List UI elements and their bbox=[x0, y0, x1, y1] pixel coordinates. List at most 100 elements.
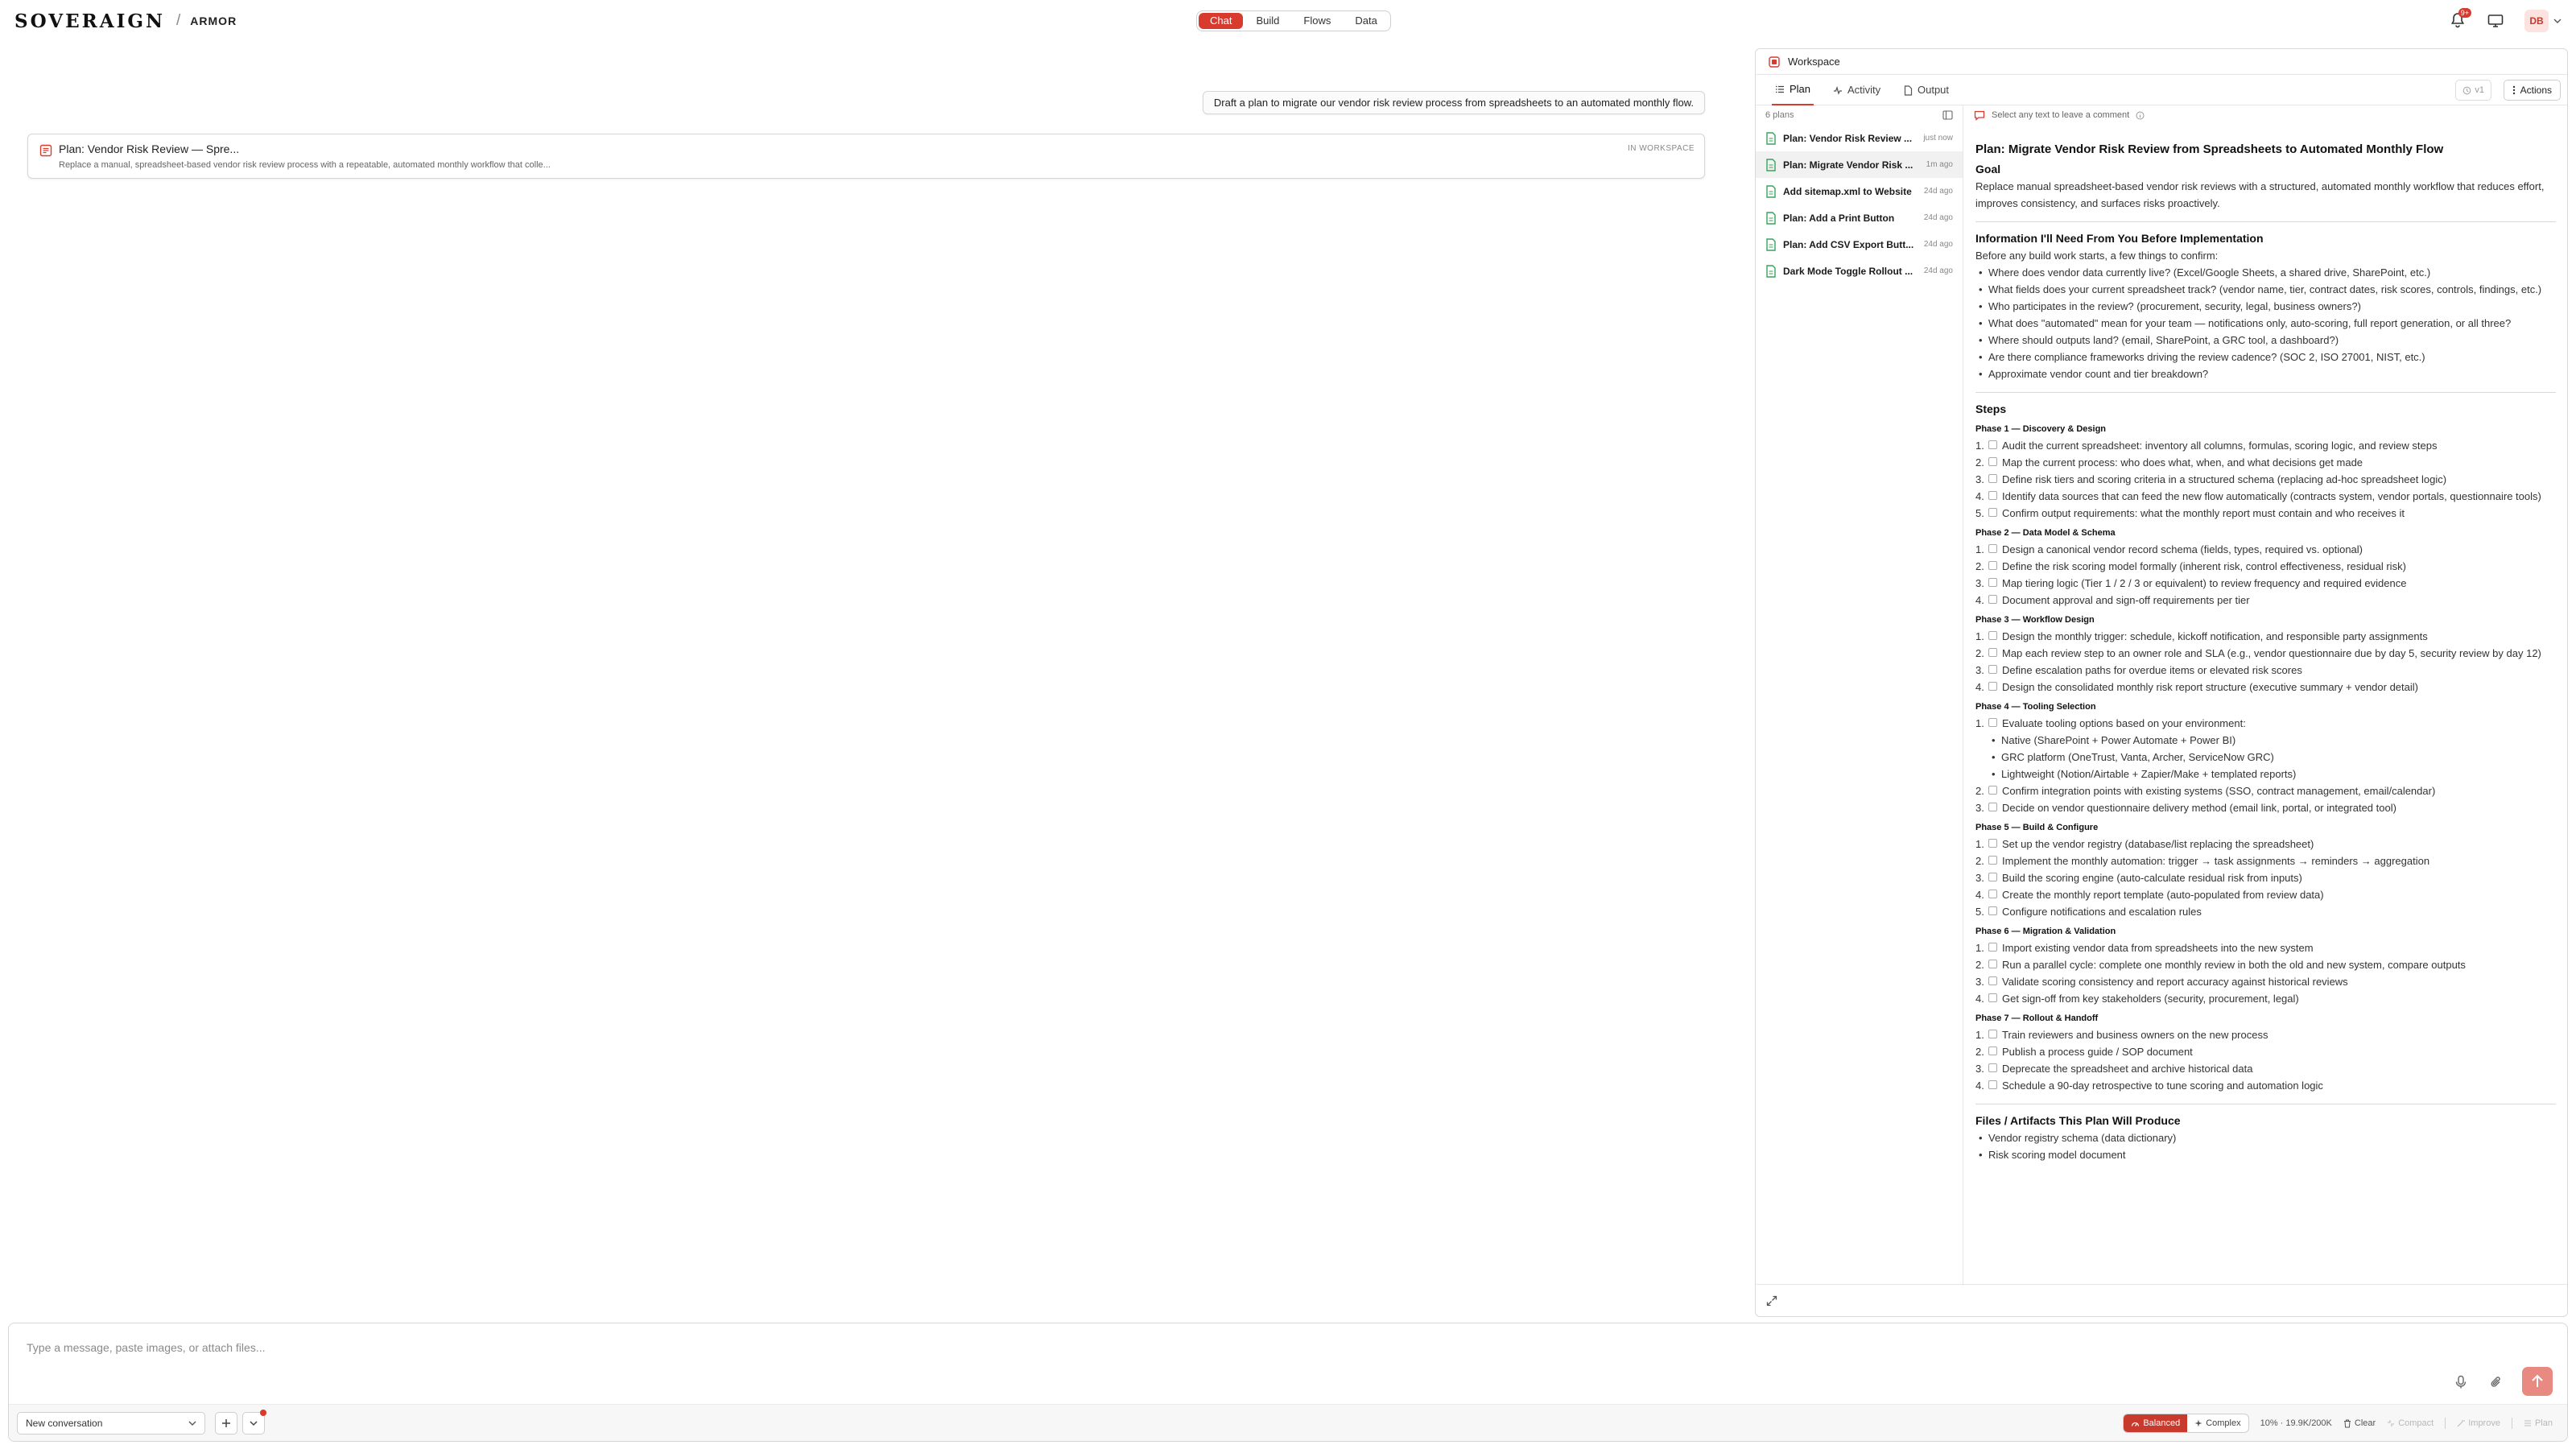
conversation-select[interactable]: New conversation bbox=[17, 1412, 205, 1435]
mode-tab-chat[interactable]: Chat bbox=[1199, 13, 1244, 29]
step-item: 3. Decide on vendor questionnaire deliver… bbox=[1975, 799, 2556, 816]
tab-plan-label: Plan bbox=[1790, 83, 1811, 95]
collapse-sidebar-icon[interactable] bbox=[1942, 110, 1953, 120]
expand-icon[interactable] bbox=[1765, 1294, 1778, 1307]
step-subitem: Native (SharePoint + Power Automate + Po… bbox=[1992, 732, 2556, 749]
plans-list-item[interactable]: Add sitemap.xml to Website 24d ago bbox=[1756, 178, 1963, 204]
step-checkbox[interactable] bbox=[1988, 786, 1997, 795]
notifications-button[interactable]: 9+ bbox=[2450, 8, 2471, 30]
step-checkbox[interactable] bbox=[1988, 578, 1997, 587]
tab-activity-label: Activity bbox=[1847, 84, 1881, 96]
plan-card-status: IN WORKSPACE bbox=[1627, 144, 1695, 153]
step-text: Schedule a 90-day retrospective to tune … bbox=[2002, 1080, 2323, 1092]
plans-list-item[interactable]: Plan: Migrate Vendor Risk ... 1m ago bbox=[1756, 151, 1963, 178]
step-item: 3. Map tiering logic (Tier 1 / 2 / 3 or e… bbox=[1975, 575, 2556, 592]
step-checkbox[interactable] bbox=[1988, 856, 1997, 865]
plans-list-item[interactable]: Plan: Add CSV Export Butt... 24d ago bbox=[1756, 231, 1963, 258]
step-text: Design the consolidated monthly risk rep… bbox=[2002, 681, 2418, 693]
info-icon[interactable] bbox=[2136, 111, 2145, 120]
arrow-up-icon bbox=[2532, 1374, 2543, 1387]
wand-icon bbox=[2457, 1420, 2466, 1427]
workspace-icon bbox=[1769, 56, 1780, 68]
step-checkbox[interactable] bbox=[1988, 440, 1997, 449]
step-checkbox[interactable] bbox=[1988, 595, 1997, 604]
screen-share-button[interactable] bbox=[2487, 14, 2504, 28]
step-number: 1. bbox=[1975, 717, 1984, 729]
message-input[interactable]: Type a message, paste images, or attach … bbox=[27, 1341, 265, 1354]
step-checkbox[interactable] bbox=[1988, 491, 1997, 500]
mode-tab-flows[interactable]: Flows bbox=[1292, 13, 1342, 29]
step-number: 4. bbox=[1975, 1080, 1984, 1092]
actions-button[interactable]: Actions bbox=[2503, 80, 2561, 101]
tab-activity[interactable]: Activity bbox=[1830, 75, 1884, 105]
step-checkbox[interactable] bbox=[1988, 976, 1997, 985]
step-checkbox[interactable] bbox=[1988, 631, 1997, 640]
step-checkbox[interactable] bbox=[1988, 803, 1997, 811]
improve-button[interactable]: Improve bbox=[2457, 1418, 2500, 1428]
conversation-menu-button[interactable] bbox=[242, 1410, 266, 1435]
user-menu[interactable]: DB bbox=[2524, 10, 2562, 32]
workspace-title: Workspace bbox=[1788, 56, 1840, 68]
microphone-icon[interactable] bbox=[2454, 1375, 2467, 1389]
step-checkbox[interactable] bbox=[1988, 873, 1997, 881]
step-text: Audit the current spreadsheet: inventory… bbox=[2002, 440, 2438, 452]
step-number: 5. bbox=[1975, 906, 1984, 918]
header-actions: 9+ DB bbox=[2450, 8, 2562, 32]
mode-tab-build[interactable]: Build bbox=[1245, 13, 1290, 29]
divider bbox=[1975, 221, 2556, 222]
send-button[interactable] bbox=[2522, 1367, 2553, 1396]
step-checkbox[interactable] bbox=[1988, 839, 1997, 848]
plan-document: Select any text to leave a comment Plan:… bbox=[1964, 105, 2567, 1286]
brand-logo[interactable]: SOVERAIGN bbox=[14, 10, 165, 32]
version-selector[interactable]: v1 bbox=[2455, 80, 2491, 101]
plans-list-item[interactable]: Plan: Add a Print Button 24d ago bbox=[1756, 204, 1963, 231]
plan-document-body: Plan: Migrate Vendor Risk Review from Sp… bbox=[1964, 125, 2567, 1163]
list-icon bbox=[1776, 85, 1784, 93]
step-checkbox[interactable] bbox=[1988, 1063, 1997, 1072]
product-name[interactable]: ARMOR bbox=[190, 14, 237, 27]
step-checkbox[interactable] bbox=[1988, 648, 1997, 657]
step-checkbox[interactable] bbox=[1988, 993, 1997, 1002]
step-checkbox[interactable] bbox=[1988, 1030, 1997, 1038]
plans-list-item[interactable]: Dark Mode Toggle Rollout ... 24d ago bbox=[1756, 258, 1963, 284]
step-checkbox[interactable] bbox=[1988, 906, 1997, 915]
step-number: 1. bbox=[1975, 838, 1984, 850]
step-checkbox[interactable] bbox=[1988, 682, 1997, 691]
step-item: 2. Map each review step to an owner role … bbox=[1975, 645, 2556, 662]
step-number: 3. bbox=[1975, 577, 1984, 589]
new-conversation-button[interactable] bbox=[215, 1412, 237, 1435]
step-checkbox[interactable] bbox=[1988, 960, 1997, 968]
step-checkbox[interactable] bbox=[1988, 665, 1997, 674]
more-vertical-icon bbox=[2512, 85, 2515, 95]
step-checkbox[interactable] bbox=[1988, 718, 1997, 727]
tab-plan[interactable]: Plan bbox=[1772, 75, 1814, 105]
mode-balanced[interactable]: Balanced bbox=[2124, 1414, 2188, 1432]
plan-card[interactable]: Plan: Vendor Risk Review — Spre... Repla… bbox=[27, 134, 1705, 179]
step-checkbox[interactable] bbox=[1988, 544, 1997, 553]
step-checkbox[interactable] bbox=[1988, 474, 1997, 483]
paperclip-icon[interactable] bbox=[2490, 1375, 2503, 1389]
step-text: Build the scoring engine (auto-calculate… bbox=[2002, 872, 2302, 884]
step-text: Define the risk scoring model formally (… bbox=[2002, 560, 2406, 572]
step-item: 3. Define escalation paths for overdue it… bbox=[1975, 662, 2556, 679]
plans-count: 6 plans bbox=[1765, 110, 1794, 120]
step-sublist: Native (SharePoint + Power Automate + Po… bbox=[1975, 732, 2556, 782]
compact-button[interactable]: Compact bbox=[2387, 1418, 2434, 1428]
step-checkbox[interactable] bbox=[1988, 1046, 1997, 1055]
clear-button[interactable]: Clear bbox=[2343, 1418, 2376, 1428]
step-checkbox[interactable] bbox=[1988, 561, 1997, 570]
step-checkbox[interactable] bbox=[1988, 1080, 1997, 1089]
step-checkbox[interactable] bbox=[1988, 508, 1997, 517]
step-number: 3. bbox=[1975, 802, 1984, 814]
plan-button[interactable]: Plan bbox=[2524, 1418, 2553, 1428]
step-checkbox[interactable] bbox=[1988, 457, 1997, 466]
context-usage: 10% · 19.9K/200K bbox=[2260, 1418, 2332, 1428]
step-checkbox[interactable] bbox=[1988, 943, 1997, 952]
tab-output[interactable]: Output bbox=[1901, 75, 1952, 105]
step-checkbox[interactable] bbox=[1988, 890, 1997, 898]
mode-tab-data[interactable]: Data bbox=[1344, 13, 1388, 29]
step-item: 1. Import existing vendor data from sprea… bbox=[1975, 939, 2556, 956]
step-item: 5. Configure notifications and escalation… bbox=[1975, 903, 2556, 920]
mode-complex[interactable]: Complex bbox=[2187, 1414, 2248, 1432]
plans-list-item[interactable]: Plan: Vendor Risk Review ... just now bbox=[1756, 125, 1963, 151]
